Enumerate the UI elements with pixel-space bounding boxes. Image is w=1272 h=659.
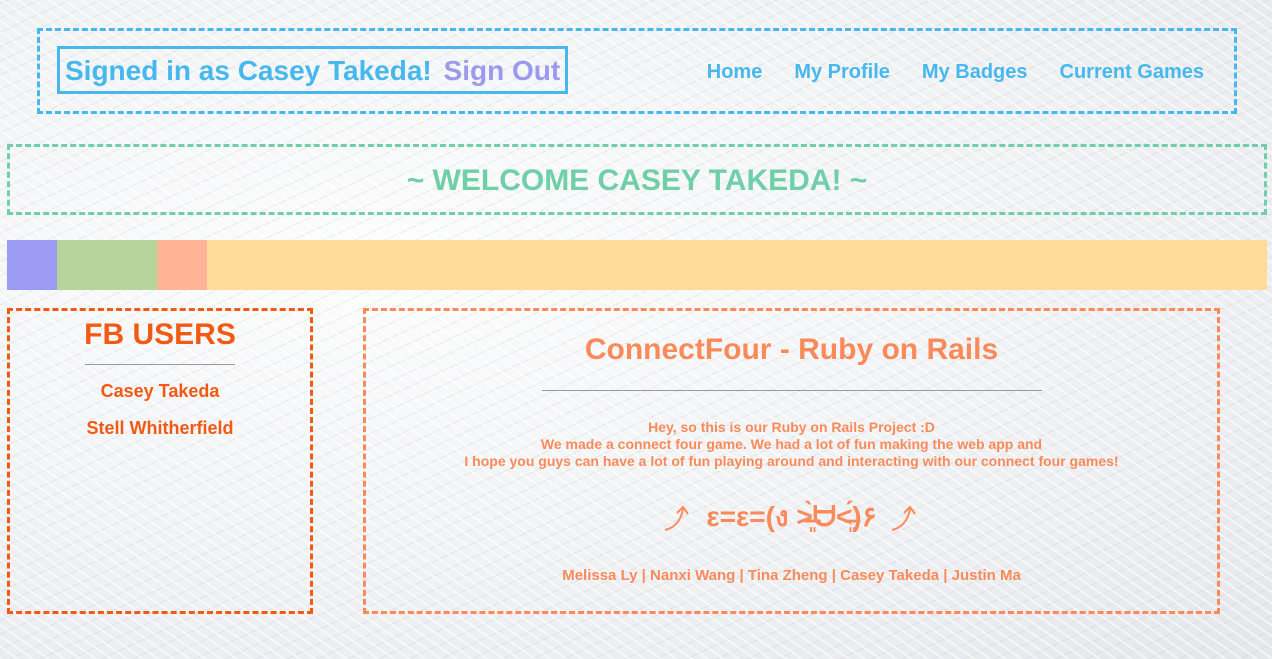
description-line: We made a connect four game. We had a lo… xyxy=(540,436,1043,452)
team-members: Melissa Ly | Nanxi Wang | Tina Zheng | C… xyxy=(562,567,1021,584)
nav-current-games-link[interactable]: Current Games xyxy=(1060,61,1205,84)
curved-arrow-up-icon xyxy=(891,505,916,531)
main-nav: Home My Profile My Badges Current Games xyxy=(707,61,1204,84)
fb-user-stell-whitherfield[interactable]: Stell Whitherfield xyxy=(10,418,310,439)
color-swatch-purple xyxy=(7,240,57,290)
project-title: ConnectFour - Ruby on Rails xyxy=(584,333,999,366)
nav-home-link[interactable]: Home xyxy=(707,61,763,84)
fb-users-panel: FB USERS Casey Takeda Stell Whitherfield xyxy=(7,308,313,614)
fb-users-divider xyxy=(85,364,235,365)
kaomoji-face: ε=ε=(ง ˃̶͈̀ᗨ˂̶͈́)۶ xyxy=(706,501,877,532)
signed-in-text: Signed in as Casey Takeda! xyxy=(65,55,432,86)
color-swatch-green xyxy=(57,240,157,290)
welcome-title: ~ WELCOME CASEY TAKEDA! ~ xyxy=(406,164,868,197)
color-swatch-yellow xyxy=(207,240,1267,290)
nav-my-profile-link[interactable]: My Profile xyxy=(794,61,890,84)
description-line: I hope you guys can have a lot of fun pl… xyxy=(464,453,1119,469)
kaomoji-row: ε=ε=(ง ˃̶͈̀ᗨ˂̶͈́)۶ xyxy=(366,495,1217,539)
curved-arrow-up-icon xyxy=(665,505,690,531)
project-description: Hey, so this is our Ruby on Rails Projec… xyxy=(366,419,1217,470)
project-divider xyxy=(541,390,1042,391)
signed-in-box: Signed in as Casey Takeda! Sign Out xyxy=(57,46,569,94)
project-info-panel: ConnectFour - Ruby on Rails Hey, so this… xyxy=(363,308,1220,614)
sign-out-link[interactable]: Sign Out xyxy=(444,55,561,86)
nav-my-badges-link[interactable]: My Badges xyxy=(922,61,1028,84)
description-line: Hey, so this is our Ruby on Rails Projec… xyxy=(648,419,935,435)
color-strip xyxy=(7,240,1267,290)
fb-user-casey-takeda[interactable]: Casey Takeda xyxy=(10,381,310,402)
welcome-banner: ~ WELCOME CASEY TAKEDA! ~ xyxy=(7,144,1267,215)
top-header: Signed in as Casey Takeda! Sign Out Home… xyxy=(37,28,1237,114)
fb-users-title: FB USERS xyxy=(84,318,236,351)
color-swatch-peach xyxy=(157,240,207,290)
